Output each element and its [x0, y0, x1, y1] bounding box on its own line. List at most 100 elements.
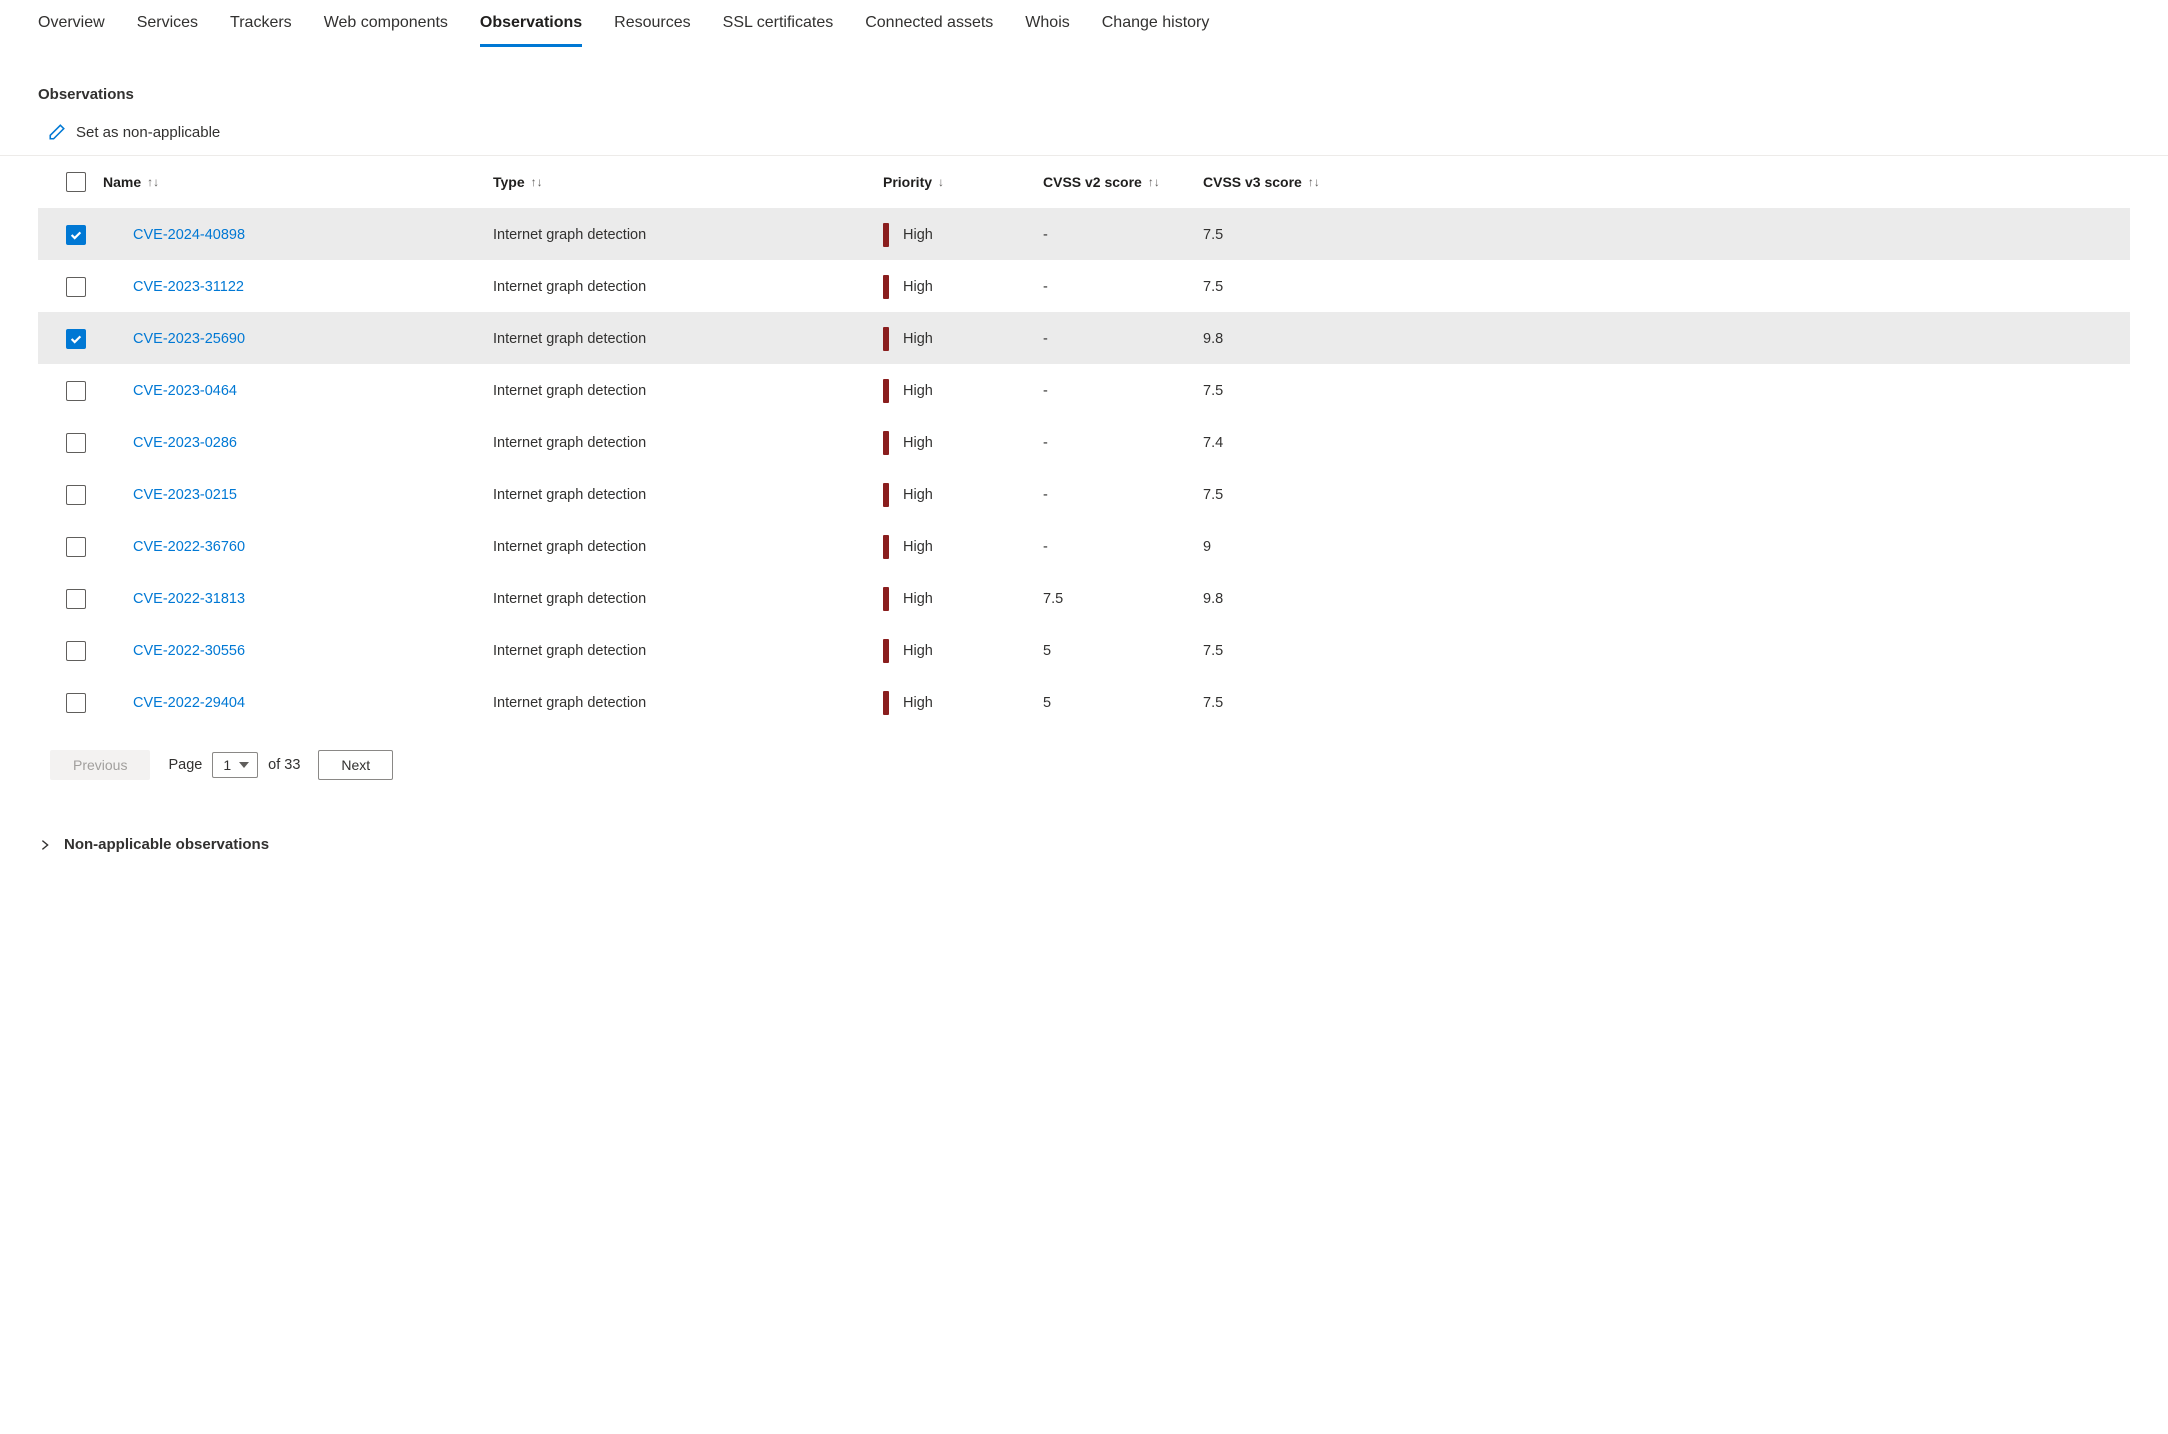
priority-indicator — [883, 535, 889, 559]
row-checkbox[interactable] — [66, 485, 86, 505]
cve-link[interactable]: CVE-2023-31122 — [133, 279, 244, 295]
type-value: Internet graph detection — [493, 695, 883, 711]
column-label: Priority — [883, 174, 932, 190]
row-checkbox[interactable] — [66, 225, 86, 245]
type-value: Internet graph detection — [493, 227, 883, 243]
page-label: Page — [168, 757, 202, 773]
column-header-cvss3[interactable]: CVSS v3 score ↑↓ — [1203, 174, 1343, 190]
cvss3-value: 9.8 — [1203, 331, 1343, 347]
priority-cell: High — [883, 587, 1043, 611]
tab-ssl-certificates[interactable]: SSL certificates — [723, 14, 834, 47]
cvss2-value: - — [1043, 383, 1203, 399]
table-row: CVE-2022-31813 Internet graph detectionHi… — [38, 572, 2130, 624]
tab-observations[interactable]: Observations — [480, 14, 582, 47]
row-checkbox[interactable] — [66, 433, 86, 453]
cve-link[interactable]: CVE-2023-0286 — [133, 435, 237, 451]
row-checkbox[interactable] — [66, 277, 86, 297]
priority-indicator — [883, 691, 889, 715]
tab-bar: Overview Services Trackers Web components Ob… — [0, 0, 2168, 48]
cve-link[interactable]: CVE-2022-31813 — [133, 591, 245, 607]
priority-indicator — [883, 431, 889, 455]
priority-cell: High — [883, 639, 1043, 663]
chevron-right-icon — [38, 838, 52, 852]
set-non-applicable-action[interactable]: Set as non-applicable — [76, 124, 220, 141]
cvss2-value: - — [1043, 487, 1203, 503]
section-heading: Observations — [0, 48, 2168, 103]
priority-indicator — [883, 639, 889, 663]
next-button[interactable]: Next — [318, 750, 393, 780]
priority-indicator — [883, 223, 889, 247]
cve-link[interactable]: CVE-2023-0464 — [133, 383, 237, 399]
cvss2-value: - — [1043, 279, 1203, 295]
pagination: Previous Page 1 of 33 Next — [0, 728, 2168, 780]
priority-label: High — [903, 383, 933, 399]
type-value: Internet graph detection — [493, 591, 883, 607]
priority-indicator — [883, 327, 889, 351]
non-applicable-section-toggle[interactable]: Non-applicable observations — [0, 780, 2168, 873]
column-label: Type — [493, 174, 525, 190]
table-row: CVE-2023-25690Internet graph detectionHi… — [38, 312, 2130, 364]
tab-trackers[interactable]: Trackers — [230, 14, 292, 47]
cvss3-value: 7.5 — [1203, 227, 1343, 243]
tab-overview[interactable]: Overview — [38, 14, 105, 47]
column-header-priority[interactable]: Priority ↓ — [883, 174, 1043, 190]
priority-label: High — [903, 331, 933, 347]
priority-indicator — [883, 379, 889, 403]
previous-button[interactable]: Previous — [50, 750, 150, 780]
cvss2-value: - — [1043, 539, 1203, 555]
cve-link[interactable]: CVE-2024-40898 — [133, 227, 245, 243]
type-value: Internet graph detection — [493, 539, 883, 555]
priority-cell: High — [883, 535, 1043, 559]
priority-cell: High — [883, 327, 1043, 351]
priority-label: High — [903, 487, 933, 503]
page-select[interactable]: 1 — [212, 752, 258, 778]
cvss3-value: 7.5 — [1203, 279, 1343, 295]
cve-link[interactable]: CVE-2022-36760 — [133, 539, 245, 555]
column-header-name[interactable]: Name ↑↓ — [103, 174, 493, 190]
type-value: Internet graph detection — [493, 643, 883, 659]
cvss3-value: 9 — [1203, 539, 1343, 555]
row-checkbox[interactable] — [66, 381, 86, 401]
row-checkbox[interactable] — [66, 693, 86, 713]
tab-connected-assets[interactable]: Connected assets — [865, 14, 993, 47]
tab-whois[interactable]: Whois — [1025, 14, 1069, 47]
row-checkbox[interactable] — [66, 537, 86, 557]
cvss2-value: - — [1043, 331, 1203, 347]
row-checkbox[interactable] — [66, 329, 86, 349]
priority-indicator — [883, 275, 889, 299]
row-checkbox[interactable] — [66, 641, 86, 661]
cve-link[interactable]: CVE-2023-25690 — [133, 331, 245, 347]
column-header-cvss2[interactable]: CVSS v2 score ↑↓ — [1043, 174, 1203, 190]
cve-link[interactable]: CVE-2022-29404 — [133, 695, 245, 711]
tab-web-components[interactable]: Web components — [324, 14, 448, 47]
cvss2-value: 7.5 — [1043, 591, 1203, 607]
tab-services[interactable]: Services — [137, 14, 198, 47]
cvss2-value: - — [1043, 227, 1203, 243]
cve-link[interactable]: CVE-2023-0215 — [133, 487, 237, 503]
type-value: Internet graph detection — [493, 383, 883, 399]
table-header: Name ↑↓ Type ↑↓ Priority ↓ CVSS v2 score… — [38, 156, 2130, 208]
tab-resources[interactable]: Resources — [614, 14, 690, 47]
cvss3-value: 7.5 — [1203, 383, 1343, 399]
page-of-label: of 33 — [268, 757, 300, 773]
priority-cell: High — [883, 275, 1043, 299]
table-row: CVE-2023-0215Internet graph detectionHig… — [38, 468, 2130, 520]
cvss3-value: 7.5 — [1203, 487, 1343, 503]
cvss2-value: - — [1043, 435, 1203, 451]
table-row: CVE-2023-0286Internet graph detectionHig… — [38, 416, 2130, 468]
cvss3-value: 7.5 — [1203, 643, 1343, 659]
observations-table: Name ↑↓ Type ↑↓ Priority ↓ CVSS v2 score… — [0, 156, 2168, 728]
column-label: CVSS v3 score — [1203, 174, 1302, 190]
pencil-icon — [48, 123, 66, 141]
column-label: Name — [103, 174, 141, 190]
priority-cell: High — [883, 379, 1043, 403]
row-checkbox[interactable] — [66, 589, 86, 609]
priority-label: High — [903, 539, 933, 555]
cve-link[interactable]: CVE-2022-30556 — [133, 643, 245, 659]
priority-label: High — [903, 227, 933, 243]
select-all-checkbox[interactable] — [66, 172, 86, 192]
tab-change-history[interactable]: Change history — [1102, 14, 1210, 47]
column-header-type[interactable]: Type ↑↓ — [493, 174, 883, 190]
sort-icon: ↑↓ — [531, 175, 543, 189]
sort-icon: ↑↓ — [1308, 175, 1320, 189]
